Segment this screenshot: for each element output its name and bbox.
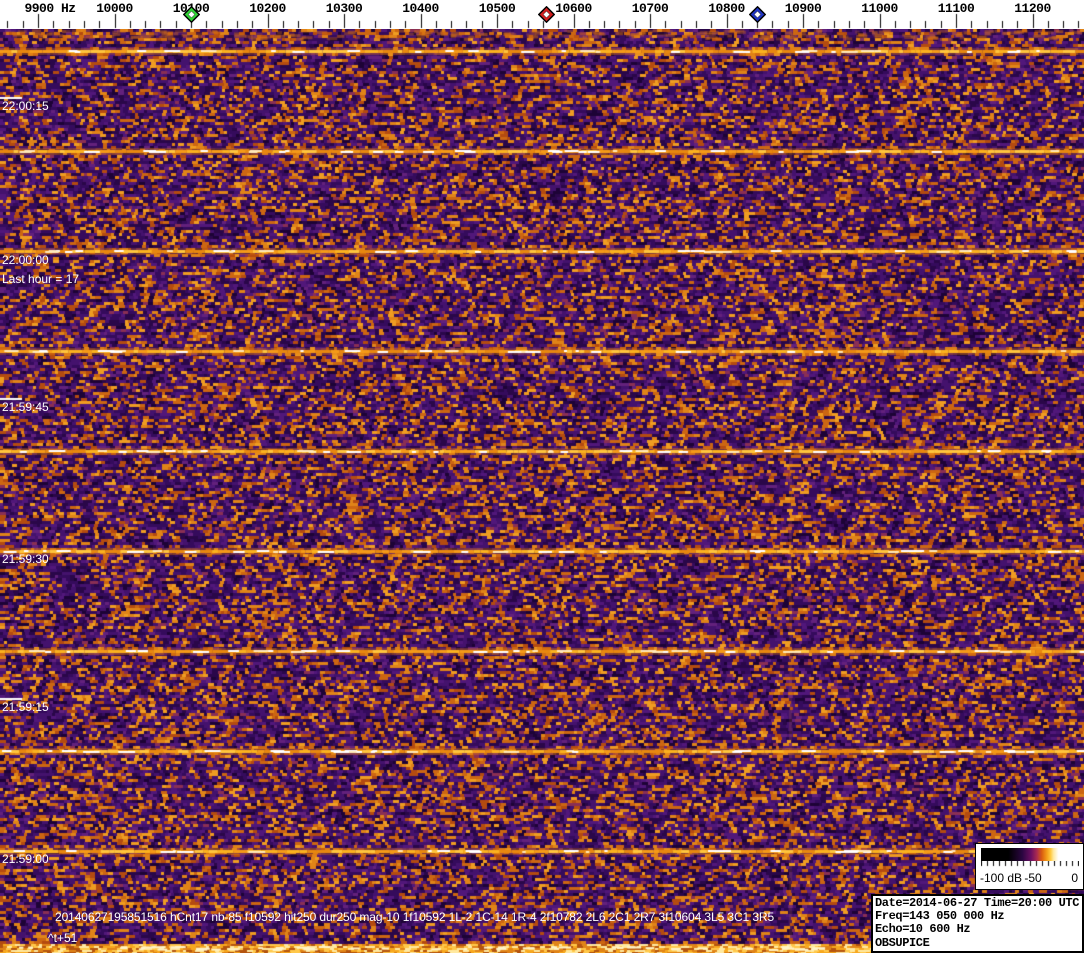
- legend-label-max: 0: [1071, 871, 1078, 885]
- time-label: 21:59:00: [2, 852, 49, 866]
- spectrogram-canvas: [0, 29, 1084, 953]
- last-hour-count: Last hour = 17: [2, 272, 80, 286]
- intensity-gradient-bar: [981, 848, 1079, 861]
- detection-log-text: 20140627195851516 hCnt17 nb-85 f10592 hi…: [55, 910, 775, 924]
- legend-tick-marks: [981, 861, 1079, 867]
- frequency-axis: 9900 Hz100001010010200103001040010500106…: [0, 0, 1084, 29]
- freq-axis-label: 11200: [1014, 1, 1051, 16]
- time-label: 22:00:00: [2, 253, 49, 267]
- time-label: 21:59:30: [2, 552, 49, 566]
- freq-axis-label: 10500: [478, 1, 516, 16]
- time-label: 21:59:45: [2, 400, 49, 414]
- freq-axis-label: 10200: [249, 1, 286, 16]
- legend-label-mid: -50: [1024, 871, 1042, 885]
- freq-marker-blue[interactable]: [748, 5, 766, 24]
- freq-axis-label: 10600: [555, 1, 592, 16]
- freq-axis-label: 10300: [325, 1, 363, 16]
- freq-axis-label: 11100: [937, 1, 975, 16]
- intensity-legend: -100 dB -50 0: [975, 843, 1084, 890]
- freq-axis-label: 11000: [861, 1, 898, 16]
- legend-label-min: -100 dB: [980, 871, 1023, 885]
- freq-marker-green[interactable]: [182, 5, 200, 24]
- freq-axis-label: 10900: [784, 1, 822, 16]
- freq-marker-red[interactable]: [538, 5, 556, 24]
- freq-axis-label: 9900 Hz: [24, 1, 76, 16]
- freq-axis-label: 10400: [402, 1, 439, 16]
- time-label: 22:00:15: [2, 99, 49, 113]
- info-line-station: OBSUPICE: [875, 935, 930, 950]
- time-offset-text: ^t+51: [48, 931, 78, 945]
- station-info-box: Date=2014-06-27 Time=20:00 UTC Freq=143 …: [871, 894, 1084, 953]
- info-line-echo: Echo=10 600 Hz: [875, 922, 971, 937]
- spectrogram-app: 9900 Hz100001010010200103001040010500106…: [0, 0, 1084, 953]
- freq-axis-label: 10800: [708, 1, 745, 16]
- time-label: 21:59:15: [2, 700, 49, 714]
- freq-axis-label: 10700: [631, 1, 669, 16]
- freq-axis-label: 10000: [96, 1, 133, 16]
